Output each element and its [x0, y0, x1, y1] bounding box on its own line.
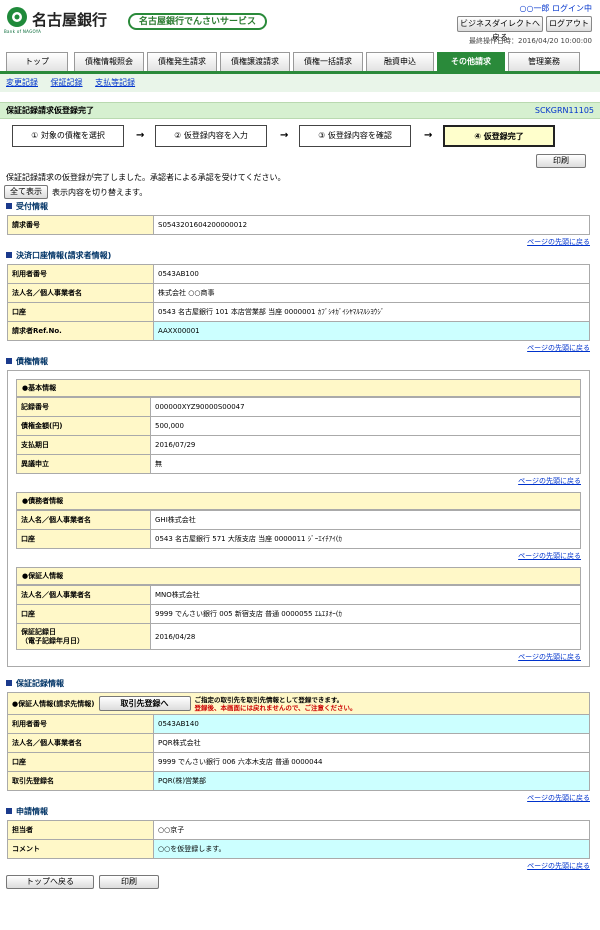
apply-table: 担当者 ○○京子 コメント ○○を仮登録します。 — [7, 820, 590, 859]
table-row: 保証記録日 （電子記録年月日） 2016/04/28 — [16, 623, 581, 650]
basic-info-heading: ●基本情報 — [16, 379, 581, 397]
debtor-info-table: 法人名／個人事業者名 GHI株式会社 口座 0543 名古屋銀行 571 大阪支店 … — [16, 510, 581, 549]
main-tabs: トップ 債権情報照会 債権発生請求 債権譲渡請求 債権一括請求 融資申込 その他… — [0, 52, 600, 74]
back-to-top-link[interactable]: ページの先頭に戻る — [518, 477, 581, 485]
step-arrow-icon: → — [424, 130, 433, 141]
page-title: 保証記録請求仮登録完了 — [6, 106, 94, 115]
bank-name: 名古屋銀行 — [32, 11, 108, 29]
subnav-guarantee-record[interactable]: 保証記録 — [51, 78, 83, 87]
tab-top[interactable]: トップ — [6, 52, 68, 71]
table-row: 法人名／個人事業者名 PQR株式会社 — [7, 733, 590, 753]
tab-admin[interactable]: 管理業務 — [508, 52, 580, 71]
tab-claim-issue[interactable]: 債権発生請求 — [147, 52, 217, 71]
reception-heading: 受付情報 — [0, 200, 600, 212]
request-number-value: S0543201604200000012 — [153, 215, 590, 235]
table-row: 口座 9999 でんさい銀行 006 六本木支店 普通 0000044 — [7, 752, 590, 772]
register-note: ご指定の取引先を取引先情報として登録できます。 — [194, 695, 344, 704]
table-row: 請求番号 S0543201604200000012 — [7, 215, 590, 235]
subnav-change-record[interactable]: 変更記録 — [6, 78, 38, 87]
table-row: 利用者番号 0543AB140 — [7, 714, 590, 734]
table-row: 取引先登録名 PQR(株)営業部 — [7, 771, 590, 791]
step-arrow-icon: → — [136, 130, 145, 141]
step-2: ② 仮登録内容を入力 — [155, 125, 267, 147]
tab-claim-bulk[interactable]: 債権一括請求 — [293, 52, 363, 71]
completion-message: 保証記録請求の仮登録が完了しました。承認者による承認を受けてください。 — [6, 173, 286, 182]
settlement-table: 利用者番号 0543AB100 法人名／個人事業者名 株式会社 ○○商事 口座 054… — [7, 264, 590, 341]
guarantee-heading: 保証記録情報 — [0, 677, 600, 689]
table-row: 異議申立無 — [16, 454, 581, 474]
table-row: コメント ○○を仮登録します。 — [7, 839, 590, 859]
table-row: 法人名／個人事業者名 MNO株式会社 — [16, 585, 581, 605]
guarantee-subheading: ●保証人情報(請求先情報) — [12, 699, 95, 708]
guarantee-table: ●保証人情報(請求先情報) 取引先登録へ ご指定の取引先を取引先情報として登録で… — [7, 692, 590, 791]
table-row: 請求者Ref.No. AAXX00001 — [7, 321, 590, 341]
guarantor-info-table: 法人名／個人事業者名 MNO株式会社 口座 9999 でんさい銀行 005 新宿支店… — [16, 585, 581, 650]
claim-panel: ●基本情報 記録番号 000000XYZ90000S00047 債権金額(円) 50… — [7, 370, 590, 667]
back-to-top-link[interactable]: ページの先頭に戻る — [527, 344, 590, 352]
print-button-bottom[interactable]: 印刷 — [99, 875, 159, 889]
table-row: 支払期日 2016/07/29 — [16, 435, 581, 455]
table-row: 口座 0543 名古屋銀行 571 大阪支店 当座 0000011 ｼﾞｰｴｲﾁｱ… — [16, 529, 581, 549]
step-3: ③ 仮登録内容を確認 — [299, 125, 411, 147]
back-to-top-link[interactable]: ページの先頭に戻る — [527, 238, 590, 246]
apply-heading: 申請情報 — [0, 805, 600, 817]
header: Bank of NAGOYA 名古屋銀行 名古屋銀行でんさいサービス ○○一郎 … — [0, 0, 600, 46]
section-bullet-icon — [6, 358, 12, 364]
tab-loan[interactable]: 融資申込 — [366, 52, 434, 71]
show-all-button[interactable]: 全て表示 — [4, 185, 48, 199]
bank-logo-icon — [7, 7, 27, 27]
step-4-current: ④ 仮登録完了 — [443, 125, 555, 147]
claim-heading: 債権情報 — [0, 355, 600, 367]
step-indicator: ① 対象の債権を選択 → ② 仮登録内容を入力 → ③ 仮登録内容を確認 → ④… — [0, 125, 600, 149]
basic-info-table: 記録番号 000000XYZ90000S00047 債権金額(円) 500,000 … — [16, 397, 581, 474]
sub-nav: 変更記録 保証記録 支払等記録 — [0, 74, 600, 92]
table-row: 法人名／個人事業者名 GHI株式会社 — [16, 510, 581, 530]
request-number-label: 請求番号 — [7, 215, 154, 235]
table-row: 担当者 ○○京子 — [7, 820, 590, 840]
table-row: ●保証人情報(請求先情報) 取引先登録へ ご指定の取引先を取引先情報として登録で… — [7, 692, 590, 715]
table-row: 口座 9999 でんさい銀行 005 新宿支店 普通 0000055 ｴﾑｴﾇｵｰ… — [16, 604, 581, 624]
login-user: ○○一郎 ログイン中 — [519, 4, 592, 13]
back-to-top-link[interactable]: ページの先頭に戻る — [518, 653, 581, 661]
tab-claim-transfer[interactable]: 債権譲渡請求 — [220, 52, 290, 71]
table-row: 債権金額(円) 500,000 — [16, 416, 581, 436]
service-name: 名古屋銀行でんさいサービス — [128, 13, 268, 30]
section-bullet-icon — [6, 203, 12, 209]
page-title-bar: 保証記録請求仮登録完了 SCKGRN11105 — [0, 102, 600, 119]
table-row: 口座 0543 名古屋銀行 101 本店営業部 当座 0000001 ｶﾌﾞｼｷｶ… — [7, 302, 590, 322]
show-all-description: 表示内容を切り替えます。 — [52, 187, 148, 197]
last-operation-time: 最終操作日時：2016/04/20 10:00:00 — [468, 37, 592, 45]
tab-other-requests[interactable]: その他請求 — [437, 52, 505, 71]
debtor-info-heading: ●債務者情報 — [16, 492, 581, 510]
back-to-top-link[interactable]: ページの先頭に戻る — [518, 552, 581, 560]
screen-code: SCKGRN11105 — [534, 106, 594, 115]
guarantor-info-heading: ●保証人情報 — [16, 567, 581, 585]
business-direct-button[interactable]: ビジネスダイレクトへ戻る — [457, 16, 543, 42]
subnav-payment-record[interactable]: 支払等記録 — [95, 78, 135, 87]
back-to-top-link[interactable]: ページの先頭に戻る — [527, 794, 590, 802]
table-row: 法人名／個人事業者名 株式会社 ○○商事 — [7, 283, 590, 303]
tab-claim-inquiry[interactable]: 債権情報照会 — [74, 52, 144, 71]
table-row: 利用者番号 0543AB100 — [7, 264, 590, 284]
section-bullet-icon — [6, 680, 12, 686]
back-to-top-button[interactable]: トップへ戻る — [6, 875, 94, 889]
back-to-top-link[interactable]: ページの先頭に戻る — [527, 862, 590, 870]
table-row: 記録番号 000000XYZ90000S00047 — [16, 397, 581, 417]
step-arrow-icon: → — [280, 130, 289, 141]
register-warning: 登録後、本画面には戻れませんので、ご注意ください。 — [194, 703, 357, 712]
reception-table: 請求番号 S0543201604200000012 — [7, 215, 590, 235]
section-bullet-icon — [6, 808, 12, 814]
print-button-top[interactable]: 印刷 — [536, 154, 586, 168]
register-partner-button[interactable]: 取引先登録へ — [98, 696, 191, 711]
section-bullet-icon — [6, 252, 12, 258]
settlement-heading: 決済口座情報(請求者情報) — [0, 249, 600, 261]
logout-button[interactable]: ログアウト — [546, 16, 592, 32]
step-1: ① 対象の債権を選択 — [12, 125, 124, 147]
